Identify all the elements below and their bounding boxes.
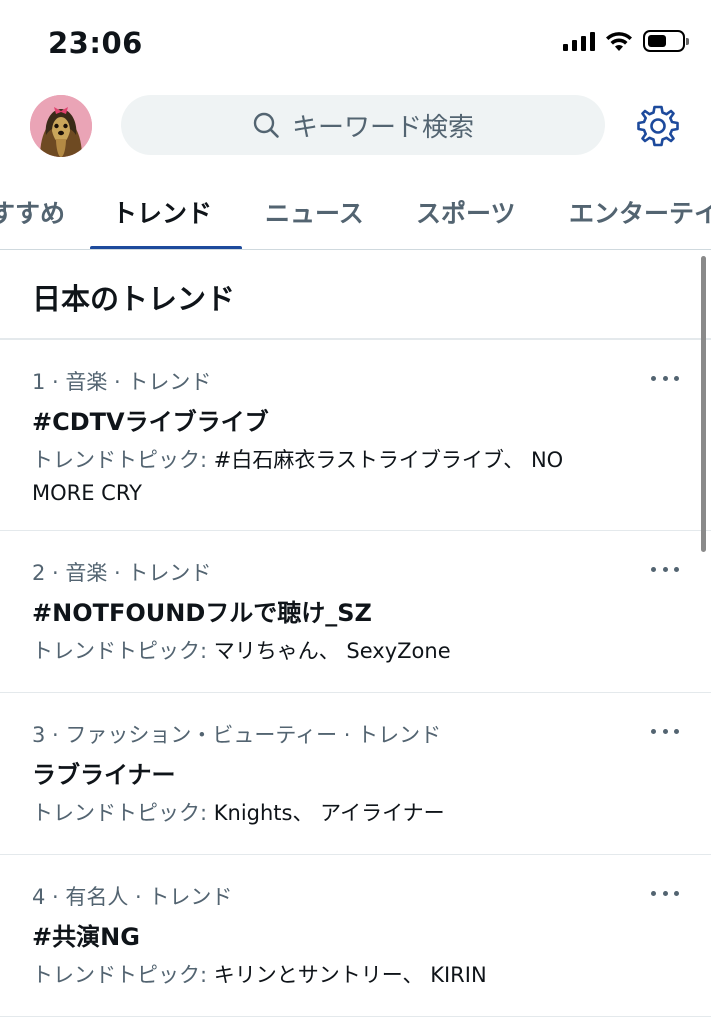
trend-topics: トレンドトピック: #白石麻衣ラストライブライブ、 NO MORE CRY [32,444,632,510]
section-title: 日本のトレンド [32,282,236,316]
trend-meta: 1 · 音楽 · トレンド [32,370,212,394]
search-icon [253,112,279,138]
trend-topics: トレンドトピック: キリンとサントリー、 KIRIN [32,959,632,992]
trend-topics-values: Knights、 アイライナー [213,801,445,825]
trend-item[interactable]: 4 · 有名人 · トレンド #共演NG トレンドトピック: キリンとサントリー… [0,855,711,1017]
cellular-signal-icon [563,31,595,51]
active-tab-indicator [90,246,242,249]
trend-topics-label: トレンドトピック: [32,801,214,825]
header: キーワード検索 [0,88,711,176]
trend-topics-label: トレンドトピック: [32,639,214,663]
tab-trends[interactable]: トレンド [112,194,212,230]
trend-topics: トレンドトピック: Knights、 アイライナー [32,797,632,830]
wifi-icon [606,31,632,51]
search-placeholder: キーワード検索 [291,112,474,143]
trend-title[interactable]: #共演NG [32,917,140,952]
status-icons [563,30,689,52]
trend-meta: 4 · 有名人 · トレンド [32,885,233,909]
more-options-icon[interactable] [651,891,679,899]
yorkshire-terrier-avatar-icon [30,95,92,157]
more-options-icon[interactable] [651,567,679,575]
trend-meta: 3 · ファッション・ビューティー · トレンド [32,723,442,747]
trend-title[interactable]: #NOTFOUNDフルで聴け_SZ [32,593,372,628]
trend-topics: トレンドトピック: マリちゃん、 SexyZone [32,635,632,668]
tab-bar: すすめ トレンド ニュース スポーツ エンターテイ [0,176,711,250]
trend-item[interactable]: 1 · 音楽 · トレンド #CDTVライブライブ トレンドトピック: #白石麻… [0,340,711,531]
scrollbar[interactable] [701,256,706,552]
trend-item[interactable]: 3 · ファッション・ビューティー · トレンド ラブライナー トレンドトピック… [0,693,711,855]
avatar[interactable] [30,95,92,157]
tab-entertainment[interactable]: エンターテイ [569,194,711,230]
more-options-icon[interactable] [651,376,679,384]
trend-topics-label: トレンドトピック: [32,963,214,987]
tab-news[interactable]: ニュース [265,194,364,230]
trend-meta: 2 · 音楽 · トレンド [32,561,212,585]
search-bar[interactable]: キーワード検索 [121,95,605,155]
trend-topics-label: トレンドトピック: [32,448,214,472]
trend-topics-values: マリちゃん、 SexyZone [213,639,451,663]
gear-icon[interactable] [636,104,680,148]
battery-icon [643,30,689,52]
trend-topics-values: キリンとサントリー、 KIRIN [213,963,487,987]
tab-sports[interactable]: スポーツ [416,194,516,230]
trend-item[interactable]: 2 · 音楽 · トレンド #NOTFOUNDフルで聴け_SZ トレンドトピック… [0,531,711,693]
status-time: 23:06 [48,26,143,60]
trend-title[interactable]: ラブライナー [32,755,176,790]
status-bar: 23:06 [0,0,711,88]
tab-recommended[interactable]: すすめ [0,194,65,230]
battery-level [648,35,666,47]
trend-title[interactable]: #CDTVライブライブ [32,402,269,437]
more-options-icon[interactable] [651,729,679,737]
